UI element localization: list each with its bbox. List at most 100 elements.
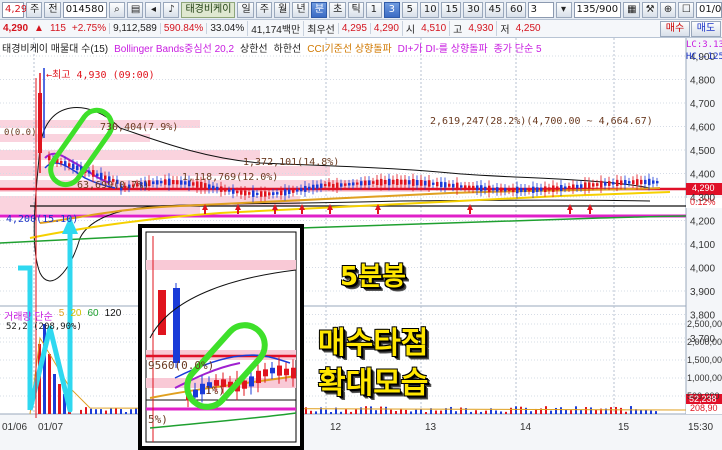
volume-bar bbox=[510, 407, 512, 414]
volume-bar bbox=[570, 410, 572, 414]
interval-5[interactable]: 5 bbox=[401, 1, 418, 18]
interval-3[interactable]: 3 bbox=[383, 1, 400, 18]
inset-candle-body bbox=[270, 367, 275, 374]
candle-body bbox=[524, 187, 527, 192]
volume-bar bbox=[470, 411, 472, 414]
candle-body bbox=[236, 190, 239, 194]
candle-body bbox=[504, 187, 507, 192]
type-select[interactable]: 주 bbox=[26, 1, 43, 18]
candle-body bbox=[480, 185, 483, 192]
checkbox[interactable]: ☐ bbox=[677, 1, 694, 18]
interval-15[interactable]: 15 bbox=[441, 1, 461, 18]
candle-body bbox=[540, 187, 543, 192]
range-select[interactable]: 전 bbox=[44, 1, 61, 18]
interval-1[interactable]: 1 bbox=[365, 1, 382, 18]
interval-10[interactable]: 10 bbox=[419, 1, 440, 18]
sell-button[interactable]: 매도 bbox=[691, 21, 721, 37]
candle-body bbox=[528, 188, 531, 192]
legend-upper: 상한선 bbox=[240, 44, 268, 54]
period-day[interactable]: 일 bbox=[237, 1, 254, 18]
tool-icon[interactable]: ⚒ bbox=[641, 1, 658, 18]
interval-select[interactable]: 3 bbox=[527, 1, 554, 18]
candle-body bbox=[312, 184, 315, 190]
volume-bar bbox=[80, 409, 82, 414]
candle-body bbox=[636, 179, 639, 185]
annotation-2619247: 2,619,247(28.2%)(4,700.00 ~ 4,664.67) bbox=[430, 116, 653, 127]
price-tick-8: 4,100 bbox=[690, 240, 715, 251]
legend-lower: 하한선 bbox=[273, 44, 302, 54]
candle-body bbox=[640, 179, 643, 185]
candle-body bbox=[456, 182, 459, 190]
annotation-1118769: 1,118,769(12.0%) bbox=[182, 172, 279, 183]
candle-body bbox=[340, 183, 343, 187]
period-tick[interactable]: 틱 bbox=[347, 1, 364, 18]
volume-tick-1: 2,000,000 bbox=[687, 337, 722, 347]
candle-body bbox=[60, 161, 63, 164]
candle-body bbox=[240, 190, 243, 195]
stock-code-input[interactable]: 014580 bbox=[62, 1, 107, 18]
volume-bar bbox=[565, 409, 567, 414]
volume-bar bbox=[310, 410, 312, 414]
bid1: 4,295 bbox=[337, 23, 370, 34]
candle-body bbox=[408, 180, 411, 185]
interval-30[interactable]: 30 bbox=[462, 1, 483, 18]
open-label: 시 bbox=[401, 21, 418, 36]
volume-bar bbox=[545, 406, 547, 414]
volume-bar bbox=[460, 407, 462, 414]
list-icon[interactable]: ▤ bbox=[126, 1, 144, 18]
candle-body bbox=[520, 187, 523, 193]
buy-button[interactable]: 매수 bbox=[660, 21, 690, 37]
volume-bar bbox=[475, 410, 477, 414]
candle-body bbox=[548, 187, 551, 191]
volume-bar bbox=[655, 411, 657, 414]
price-tick-4: 4,500 bbox=[690, 146, 715, 157]
signal-arrow-stem-1 bbox=[237, 210, 239, 214]
volume-bar bbox=[110, 408, 112, 414]
legend-title: 태경비케이 매물대 수(15) bbox=[2, 44, 109, 54]
period-month[interactable]: 월 bbox=[274, 1, 291, 18]
candle-body bbox=[168, 178, 171, 186]
table-icon[interactable]: ▦ bbox=[623, 1, 640, 18]
date-input[interactable]: 01/07 bbox=[695, 1, 722, 18]
period-year[interactable]: 년 bbox=[292, 1, 309, 18]
period-week[interactable]: 주 bbox=[255, 1, 273, 18]
volume-value: 52,2 (208,90%) bbox=[6, 322, 82, 332]
volume-tick-0: 2,500,000 bbox=[687, 319, 722, 329]
period-minute[interactable]: 분 bbox=[310, 1, 328, 18]
candle-body bbox=[484, 186, 487, 191]
candle-body bbox=[468, 185, 471, 189]
volume-bar bbox=[415, 409, 417, 414]
search-icon[interactable]: ⌕ bbox=[108, 1, 125, 18]
volume-bar bbox=[350, 411, 352, 414]
signal-arrow-stem-7 bbox=[569, 210, 571, 214]
candle-body bbox=[372, 181, 375, 184]
candle-body bbox=[416, 180, 419, 186]
volume-legend-ma5: 5 bbox=[58, 308, 65, 319]
count-input[interactable]: 135/900 bbox=[573, 1, 622, 18]
candle-body bbox=[304, 185, 307, 192]
candle-body bbox=[632, 180, 635, 185]
time-tick-3: 13 bbox=[425, 422, 437, 433]
period-second[interactable]: 초 bbox=[329, 1, 346, 18]
legend-bb: Bollinger Bands중심선 20,2 bbox=[114, 44, 235, 54]
candle-body bbox=[476, 185, 479, 191]
candle-body bbox=[356, 182, 359, 185]
prev-icon[interactable]: ◂ bbox=[145, 1, 162, 18]
candle-body bbox=[260, 191, 263, 197]
candle-body bbox=[392, 179, 395, 185]
candle-body bbox=[152, 181, 155, 185]
volume-bar bbox=[625, 411, 627, 414]
volume-bar bbox=[115, 408, 117, 414]
volume-bar bbox=[455, 411, 457, 414]
interval-60[interactable]: 60 bbox=[506, 1, 526, 18]
zoom-icon[interactable]: ⊕ bbox=[659, 1, 676, 18]
volume-legend: 거래량 단순 5 20 60 120 bbox=[4, 308, 121, 322]
chart-area[interactable]: 4,900 4,800 4,700 4,600 4,500 4,400 4,300 4,200… bbox=[0, 38, 722, 450]
candle-body bbox=[276, 192, 279, 195]
volume-bar bbox=[640, 409, 642, 414]
volume-bar bbox=[555, 407, 557, 414]
chevron-down-icon[interactable]: ▾ bbox=[555, 1, 572, 18]
candle-body bbox=[536, 187, 539, 192]
interval-45[interactable]: 45 bbox=[484, 1, 505, 18]
speaker-icon[interactable]: ♪ bbox=[163, 1, 180, 18]
